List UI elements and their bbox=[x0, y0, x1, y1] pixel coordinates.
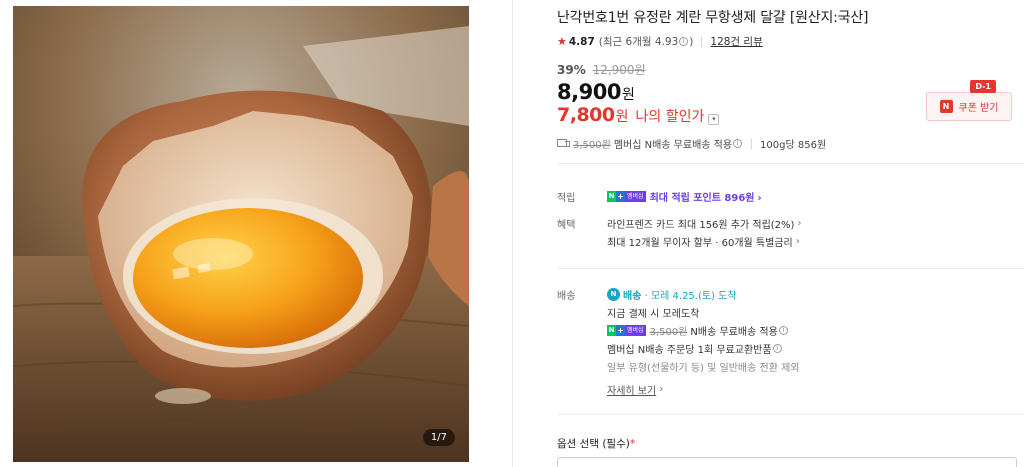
delivery-original-fee: 3,500원 bbox=[649, 327, 688, 338]
chevron-right-icon: › bbox=[659, 384, 664, 395]
points-label: 적립 bbox=[557, 193, 576, 204]
rating-recent: (최근 6개월 4.93 bbox=[598, 36, 679, 48]
delivery-return-row: 멤버십 N배송 주문당 1회 무료교환반품 i bbox=[607, 341, 783, 356]
rating-value: 4.87 bbox=[568, 35, 595, 48]
delivery-date: · 모레 4.25.(토) 도착 bbox=[644, 291, 737, 302]
n-delivery-icon: N bbox=[607, 288, 620, 301]
info-icon[interactable]: i bbox=[679, 37, 689, 46]
chevron-right-icon: › bbox=[797, 218, 802, 229]
original-price: 12,900원 bbox=[592, 63, 646, 77]
sale-price-row: 7,800 원 나의 할인가 ▾ bbox=[557, 104, 720, 126]
divider bbox=[557, 163, 1024, 164]
delivery-free-text: N배송 무료배송 적용 bbox=[690, 327, 778, 338]
unit-price: 100g당 856원 bbox=[760, 140, 827, 151]
shipping-row: 3,500원 멤버십 N배송 무료배송 적용 i 100g당 856원 bbox=[557, 136, 826, 151]
discount-rate: 39% bbox=[557, 63, 586, 77]
shipping-text: 멤버십 N배송 무료배송 적용 bbox=[613, 140, 733, 151]
coupon-button[interactable]: N 쿠폰 받기 bbox=[926, 92, 1012, 121]
option-label: 옵션 선택 (필수)* bbox=[557, 438, 636, 450]
benefits-label: 혜택 bbox=[557, 220, 576, 231]
separator bbox=[751, 138, 753, 149]
product-info-panel: 난각번호1번 유정란 계란 무항생제 달걀 [원산지:국산] ★ 4.87 (최… bbox=[557, 0, 1024, 467]
delivery-free-row: N + 멤버십 3,500원 N배송 무료배송 적용 i bbox=[607, 323, 789, 338]
benefit-installment-row[interactable]: 최대 12개월 무이자 할부 · 60개월 특별금리 › bbox=[607, 234, 800, 249]
rating-recent-close: ) bbox=[689, 35, 694, 48]
coupon-label: 쿠폰 받기 bbox=[958, 103, 999, 114]
chevron-down-icon[interactable]: ▾ bbox=[708, 114, 720, 125]
coupon-area: D-1 N 쿠폰 받기 bbox=[926, 80, 1014, 122]
divider bbox=[557, 414, 1024, 415]
shipping-original: 3,500원 bbox=[573, 140, 611, 151]
delivery-line: 지금 결제 시 모레도착 bbox=[607, 309, 700, 320]
npay-membership-badge: N + 멤버십 bbox=[607, 325, 646, 336]
benefit-installment-text: 최대 12개월 무이자 할부 · 60개월 특별금리 bbox=[607, 238, 793, 249]
price-currency: 원 bbox=[621, 87, 635, 103]
option-select[interactable] bbox=[557, 457, 1017, 467]
product-image[interactable]: 1/7 bbox=[13, 6, 469, 462]
delivery-brand: 배송 bbox=[623, 291, 642, 302]
discount-row: 39% 12,900원 bbox=[557, 61, 646, 78]
delivery-more-row[interactable]: 자세히 보기 › bbox=[607, 382, 663, 397]
review-count-link[interactable]: 128건 리뷰 bbox=[710, 34, 762, 49]
sale-price: 7,800 bbox=[557, 104, 615, 126]
star-icon: ★ bbox=[557, 35, 567, 48]
info-icon[interactable]: i bbox=[772, 344, 782, 353]
chevron-right-icon: › bbox=[757, 193, 762, 204]
divider bbox=[512, 0, 513, 467]
naver-n-icon: N bbox=[939, 100, 953, 113]
price: 8,900 bbox=[557, 80, 621, 104]
delivery-row: N 배송 · 모레 4.25.(토) 도착 bbox=[607, 287, 737, 302]
my-discount-label: 나의 할인가 bbox=[635, 109, 705, 125]
chevron-right-icon: › bbox=[795, 236, 800, 247]
divider bbox=[557, 268, 1024, 269]
price-row: 8,900원 bbox=[557, 80, 635, 104]
delivery-exclusion: 일부 유형(선물하기 등) 및 일반배송 전환 제외 bbox=[607, 363, 800, 374]
rating-row: ★ 4.87 (최근 6개월 4.93 i ) 128건 리뷰 bbox=[557, 34, 763, 49]
dday-badge: D-1 bbox=[970, 80, 996, 93]
benefit-card-text: 라인프렌즈 카드 최대 156원 추가 적립(2%) bbox=[607, 220, 795, 231]
info-icon[interactable]: i bbox=[733, 139, 743, 148]
info-icon[interactable]: i bbox=[778, 326, 788, 335]
benefit-card-row[interactable]: 라인프렌즈 카드 최대 156원 추가 적립(2%) › bbox=[607, 216, 801, 231]
delivery-return-text: 멤버십 N배송 주문당 1회 무료교환반품 bbox=[607, 345, 772, 356]
delivery-label: 배송 bbox=[557, 291, 576, 302]
more-details-link[interactable]: 자세히 보기 bbox=[607, 382, 656, 397]
max-points-link[interactable]: 최대 적립 포인트 896원 › bbox=[650, 189, 762, 204]
product-title: 난각번호1번 유정란 계란 무항생제 달걀 [원산지:국산] bbox=[557, 10, 869, 26]
image-counter: 1/7 bbox=[422, 429, 455, 446]
separator bbox=[701, 36, 703, 47]
sale-currency: 원 bbox=[615, 109, 629, 125]
npay-membership-badge: N + 멤버십 bbox=[607, 191, 646, 202]
required-mark: * bbox=[629, 438, 636, 450]
points-row[interactable]: N + 멤버십 최대 적립 포인트 896원 › bbox=[607, 189, 762, 204]
egg-photo bbox=[13, 6, 469, 462]
truck-icon bbox=[557, 139, 570, 148]
